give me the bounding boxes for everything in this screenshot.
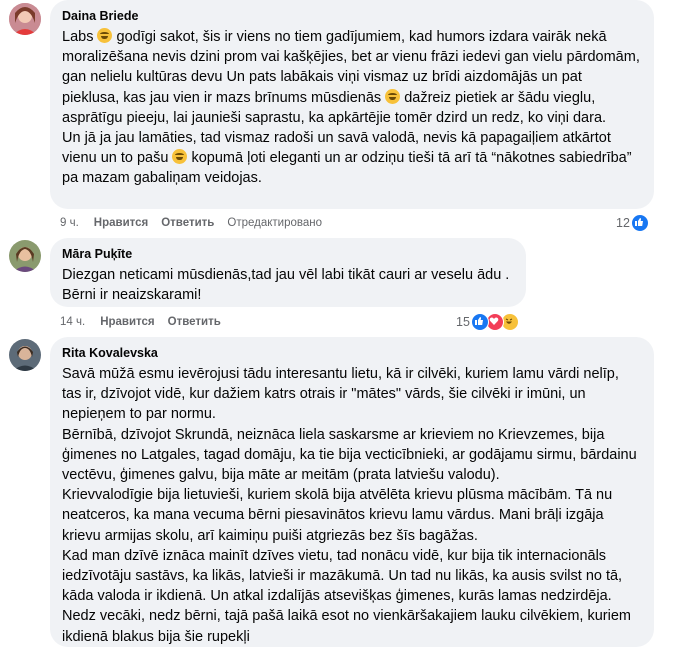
comment-author[interactable]: Māra Puķīte [62,246,514,262]
reply-button[interactable]: Ответить [168,316,221,328]
grinning-emoji-icon [97,28,113,43]
grinning-emoji-icon [172,149,188,165]
like-button[interactable]: Нравится [94,217,148,229]
like-icon [630,214,649,232]
comment-actions: 9 ч. Нравится Ответить Отредактировано [60,215,335,231]
comment-bubble: Daina Briede Labs godīgi sakot, šis ir v… [50,0,654,209]
reaction-count: 12 [616,216,630,230]
reactions-summary[interactable]: 12 [616,214,649,232]
like-button[interactable]: Нравится [100,316,154,328]
comment-author[interactable]: Rita Kovalevska [62,345,642,361]
like-icon [470,313,489,331]
comment-time[interactable]: 9 ч. [60,217,79,229]
comment-text: Savā mūžā esmu ievērojusi tādu interesan… [62,366,637,645]
comment-bubble: Rita Kovalevska Savā mūžā esmu ievērojus… [50,337,654,647]
avatar[interactable] [9,3,41,35]
comment-actions: 14 ч. Нравится Ответить [60,314,234,330]
edited-label[interactable]: Отредактировано [227,217,322,229]
avatar[interactable] [9,339,41,371]
avatar[interactable] [9,240,41,272]
grinning-emoji-icon [385,88,401,104]
comment-text: Diezgan neticami mūsdienās,tad jau vēl l… [62,267,510,304]
reaction-count: 15 [456,315,470,329]
reactions-summary[interactable]: 15 [456,313,519,331]
reply-button[interactable]: Ответить [161,217,214,229]
comment-time[interactable]: 14 ч. [60,316,85,328]
comment-text: Labs godīgi sakot, šis ir viens no tiem … [62,28,640,187]
comment-author[interactable]: Daina Briede [62,8,642,24]
comment-bubble: Māra Puķīte Diezgan neticami mūsdienās,t… [50,238,526,307]
